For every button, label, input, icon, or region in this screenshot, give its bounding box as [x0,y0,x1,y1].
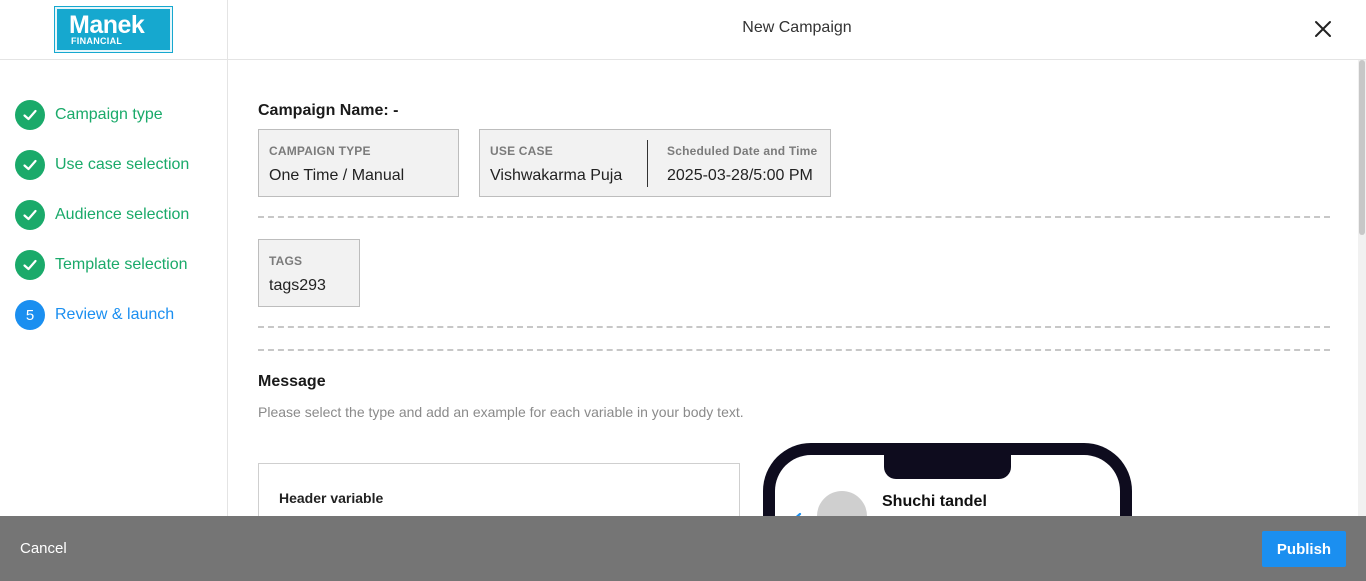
divider [647,140,648,187]
step-review-launch[interactable]: 5 Review & launch [15,300,174,330]
contact-name: Shuchi tandel [882,493,987,510]
dashed-divider [258,216,1330,218]
step-template-selection[interactable]: Template selection [15,250,188,280]
close-icon [1315,21,1331,37]
company-logo: Manek FINANCIAL [55,7,172,52]
check-icon [15,250,45,280]
tags-value: tags293 [269,277,326,294]
logo-cell: Manek FINANCIAL [0,0,228,60]
check-icon [15,200,45,230]
step-label: Review & launch [55,306,175,323]
message-subtitle: Please select the type and add an exampl… [258,404,744,420]
campaign-name: Campaign Name: - [258,102,399,119]
logo-main-text: Manek [69,11,145,39]
step-label: Template selection [55,256,188,273]
step-campaign-type[interactable]: Campaign type [15,100,163,130]
phone-notch [884,453,1011,479]
cancel-button[interactable]: Cancel [20,540,67,557]
step-label: Audience selection [55,206,190,223]
step-number-badge: 5 [15,300,45,330]
scrollbar-thumb[interactable] [1359,60,1365,235]
header-variable-card[interactable]: Header variable [258,463,740,516]
message-title: Message [258,373,326,390]
use-case-label: USE CASE [490,144,553,158]
tags-label: TAGS [269,254,303,268]
stepper-sidebar: Campaign type Use case selection Audienc… [0,60,228,581]
dashed-divider [258,326,1330,328]
dashed-divider [258,349,1330,351]
check-icon [15,150,45,180]
close-button[interactable] [1311,17,1335,41]
publish-button[interactable]: Publish [1262,531,1346,567]
campaign-type-box: CAMPAIGN TYPE One Time / Manual [258,129,459,197]
header-variable-label: Header variable [279,490,384,506]
campaign-type-label: CAMPAIGN TYPE [269,144,371,158]
avatar [817,491,867,516]
page-title: New Campaign [742,19,852,36]
step-use-case-selection[interactable]: Use case selection [15,150,189,180]
scrollbar[interactable] [1358,60,1366,516]
check-icon [15,100,45,130]
top-bar: Manek FINANCIAL New Campaign [0,0,1366,60]
step-label: Use case selection [55,156,190,173]
use-case-box: USE CASE Vishwakarma Puja Scheduled Date… [479,129,831,197]
step-audience-selection[interactable]: Audience selection [15,200,189,230]
tags-box: TAGS tags293 [258,239,360,307]
logo-sub-text: FINANCIAL [71,36,123,46]
schedule-label: Scheduled Date and Time [667,144,818,158]
step-label: Campaign type [55,106,163,123]
bottom-action-bar: Cancel Publish [0,516,1366,581]
use-case-value: Vishwakarma Puja [490,167,623,184]
review-content[interactable]: Campaign Name: - CAMPAIGN TYPE One Time … [229,60,1357,516]
phone-preview: Shuchi tandel [763,443,1132,516]
campaign-type-value: One Time / Manual [269,167,405,184]
schedule-value: 2025-03-28/5:00 PM [667,167,813,184]
